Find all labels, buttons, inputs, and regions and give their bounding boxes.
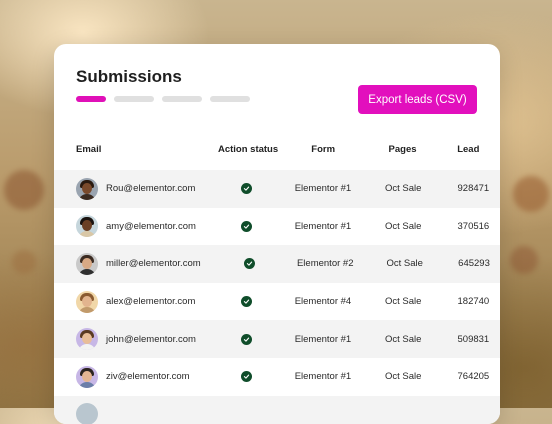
avatar [76, 290, 98, 313]
progress-step [114, 96, 154, 102]
lead-cell: 182740 [457, 296, 490, 308]
step-progress [76, 96, 250, 102]
table-body: Rou@elementor.com Elementor #1 Oct Sale … [54, 170, 500, 424]
progress-step [210, 96, 250, 102]
check-icon [244, 258, 256, 270]
action-status-cell [197, 333, 297, 345]
email-text: ziv@elementor.com [106, 371, 190, 383]
email-text: miller@elementor.com [106, 258, 201, 270]
check-icon [241, 333, 253, 345]
action-status-cell [197, 296, 297, 308]
table-row[interactable]: ziv@elementor.com Elementor #1 Oct Sale … [54, 358, 500, 396]
form-cell: Elementor #1 [294, 220, 352, 232]
avatar [76, 177, 98, 200]
action-status-cell [201, 258, 300, 270]
form-cell: Elementor #4 [294, 296, 352, 308]
table-row[interactable]: john@elementor.com Elementor #1 Oct Sale… [54, 320, 500, 358]
email-text: john@elementor.com [106, 333, 196, 345]
avatar [76, 403, 98, 424]
table-row[interactable] [54, 395, 500, 424]
lead-cell: 928471 [457, 183, 490, 195]
email-cell: Rou@elementor.com [54, 177, 197, 200]
pages-cell: Oct Sale [386, 258, 423, 270]
submissions-table: Email Action status Form Pages Lead Rou@… [54, 128, 500, 424]
form-cell: Elementor #2 [296, 258, 354, 270]
lead-cell: 645293 [458, 258, 490, 270]
progress-step [162, 96, 202, 102]
lead-cell: 509831 [457, 333, 490, 345]
background-flower [510, 246, 538, 274]
check-icon [241, 220, 253, 232]
table-row[interactable]: alex@elementor.com Elementor #4 Oct Sale… [54, 283, 500, 321]
progress-step [76, 96, 106, 102]
table-header: Email Action status Form Pages Lead [54, 128, 500, 170]
email-cell: miller@elementor.com [54, 252, 201, 275]
email-text: alex@elementor.com [106, 296, 196, 308]
email-cell: amy@elementor.com [54, 215, 197, 238]
lead-cell: 370516 [457, 220, 490, 232]
background-flower [4, 170, 44, 210]
table-row[interactable]: Rou@elementor.com Elementor #1 Oct Sale … [54, 170, 500, 208]
action-status-cell [197, 220, 297, 232]
avatar [76, 328, 98, 351]
export-leads-button[interactable]: Export leads (CSV) [358, 85, 477, 114]
check-icon [241, 183, 253, 195]
lead-cell: 764205 [457, 371, 490, 383]
form-cell: Elementor #1 [294, 333, 352, 345]
submissions-card: Submissions Export leads (CSV) Email Act… [54, 44, 500, 424]
column-header-pages[interactable]: Pages [348, 144, 457, 155]
column-header-email[interactable]: Email [54, 144, 198, 155]
check-icon [241, 296, 253, 308]
avatar [76, 215, 98, 238]
pages-cell: Oct Sale [385, 371, 422, 383]
email-cell [54, 403, 204, 424]
form-cell: Elementor #1 [294, 371, 352, 383]
column-header-action-status[interactable]: Action status [198, 144, 299, 155]
action-status-cell [197, 371, 297, 383]
page-title: Submissions [76, 67, 182, 86]
email-cell: alex@elementor.com [54, 290, 197, 313]
background-flower [513, 176, 549, 212]
background-flower [12, 250, 36, 274]
email-cell: ziv@elementor.com [54, 365, 197, 388]
check-icon [241, 371, 253, 383]
pages-cell: Oct Sale [385, 183, 422, 195]
action-status-cell [197, 183, 297, 195]
table-row[interactable]: miller@elementor.com Elementor #2 Oct Sa… [54, 245, 500, 283]
email-text: amy@elementor.com [106, 220, 196, 232]
pages-cell: Oct Sale [385, 220, 422, 232]
column-header-form[interactable]: Form [298, 144, 347, 155]
pages-cell: Oct Sale [385, 296, 422, 308]
email-cell: john@elementor.com [54, 328, 197, 351]
form-cell: Elementor #1 [294, 183, 352, 195]
email-text: Rou@elementor.com [106, 183, 196, 195]
avatar [76, 252, 98, 275]
pages-cell: Oct Sale [385, 333, 422, 345]
avatar [76, 365, 98, 388]
column-header-lead[interactable]: Lead [457, 144, 500, 155]
table-row[interactable]: amy@elementor.com Elementor #1 Oct Sale … [54, 208, 500, 246]
